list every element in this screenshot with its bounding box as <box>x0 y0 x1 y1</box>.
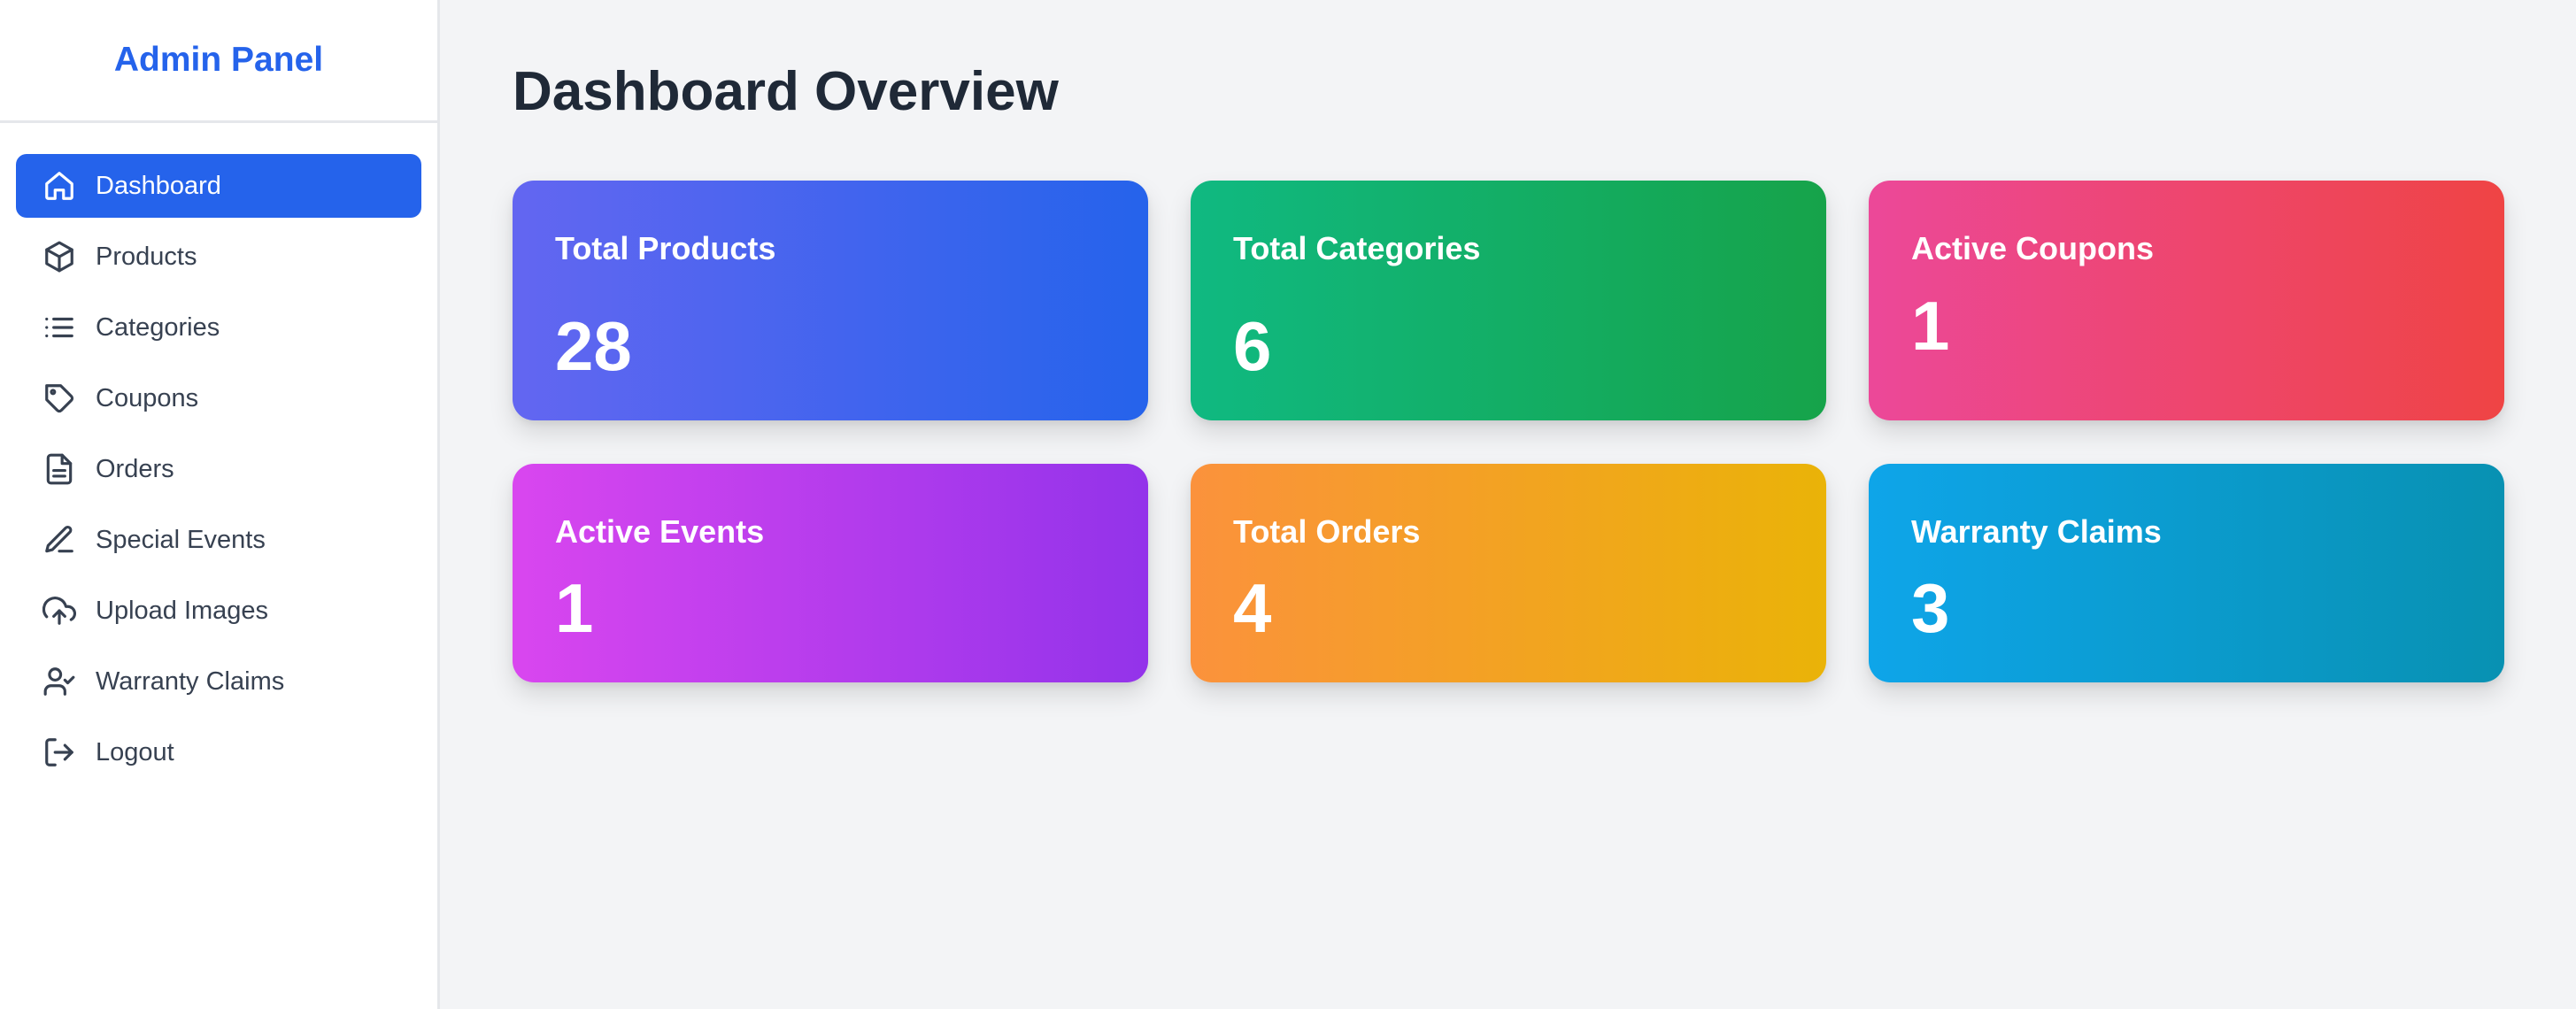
pen-icon <box>42 523 76 557</box>
stat-card-total-products: Total Products 28 <box>513 181 1148 420</box>
sidebar-item-label: Dashboard <box>96 171 221 200</box>
stat-card-active-coupons: Active Coupons 1 <box>1869 181 2504 420</box>
stat-card-label: Warranty Claims <box>1911 513 2162 550</box>
stat-card-label: Active Coupons <box>1911 230 2155 266</box>
sidebar-item-special-events[interactable]: Special Events <box>16 508 421 572</box>
stat-card-value: 3 <box>1911 569 1950 647</box>
box-icon <box>42 240 76 273</box>
stat-card-warranty-claims: Warranty Claims 3 <box>1869 464 2504 682</box>
sidebar-item-products[interactable]: Products <box>16 225 421 289</box>
stat-card-value: 6 <box>1233 307 1272 385</box>
stat-card-value: 4 <box>1233 569 1272 647</box>
stat-card-active-events: Active Events 1 <box>513 464 1148 682</box>
page-title: Dashboard Overview <box>513 61 1059 122</box>
sidebar-item-warranty-claims[interactable]: Warranty Claims <box>16 650 421 713</box>
sidebar-item-coupons[interactable]: Coupons <box>16 366 421 430</box>
sidebar-item-label: Products <box>96 242 197 271</box>
stat-card-label: Active Events <box>555 513 765 550</box>
user-check-icon <box>42 665 76 698</box>
sidebar-item-dashboard[interactable]: Dashboard <box>16 154 421 218</box>
cloud-upload-icon <box>42 594 76 628</box>
stat-card-total-orders: Total Orders 4 <box>1191 464 1826 682</box>
stat-card-label: Total Products <box>555 230 776 266</box>
list-icon <box>42 311 76 344</box>
home-icon <box>42 169 76 203</box>
stat-card-value: 28 <box>555 307 632 385</box>
sidebar: Admin Panel Dashboard Products Categorie… <box>0 0 440 1009</box>
sidebar-item-upload-images[interactable]: Upload Images <box>16 579 421 643</box>
stat-card-label: Total Orders <box>1233 513 1421 550</box>
sidebar-nav: Dashboard Products Categories Coupons Or… <box>0 123 437 784</box>
app-title: Admin Panel <box>113 41 324 79</box>
sidebar-item-logout[interactable]: Logout <box>16 720 421 784</box>
sidebar-item-label: Upload Images <box>96 596 269 625</box>
sidebar-item-label: Categories <box>96 312 220 342</box>
sidebar-item-label: Logout <box>96 737 174 766</box>
sidebar-header: Admin Panel <box>0 0 437 123</box>
logout-icon <box>42 736 76 769</box>
stat-card-value: 1 <box>555 569 594 647</box>
sidebar-item-label: Orders <box>96 454 174 483</box>
sidebar-item-label: Warranty Claims <box>96 666 285 696</box>
tag-icon <box>42 381 76 415</box>
sidebar-item-categories[interactable]: Categories <box>16 296 421 359</box>
sidebar-item-orders[interactable]: Orders <box>16 437 421 501</box>
stat-card-value: 1 <box>1911 287 1950 365</box>
stat-card-label: Total Categories <box>1233 230 1481 266</box>
sidebar-item-label: Coupons <box>96 383 199 412</box>
sidebar-item-label: Special Events <box>96 525 266 554</box>
document-icon <box>42 452 76 486</box>
stat-card-total-categories: Total Categories 6 <box>1191 181 1826 420</box>
